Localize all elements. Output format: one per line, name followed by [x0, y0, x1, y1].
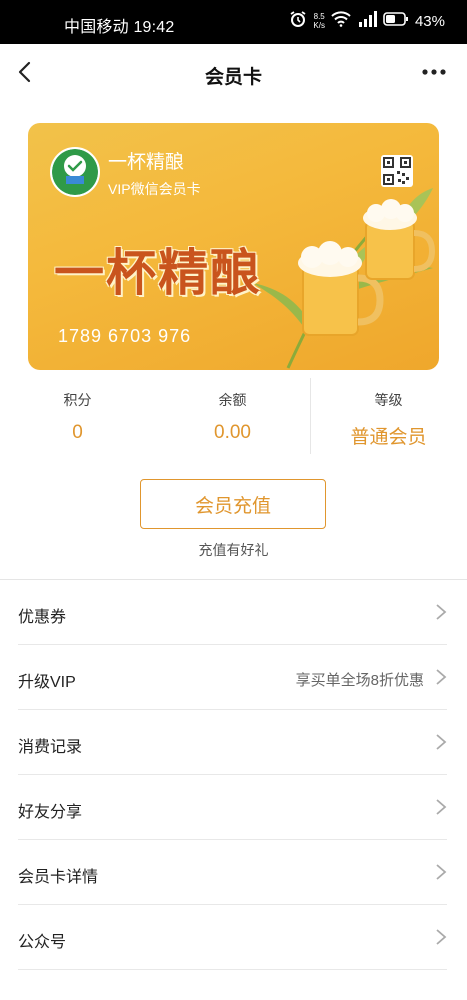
stat-value: 普通会员 [350, 427, 427, 448]
menu-item-card-details[interactable]: 会员卡详情 [0, 840, 467, 905]
chevron-right-icon [436, 669, 447, 685]
menu-item-label: 会员卡详情 [18, 869, 99, 886]
divider [18, 969, 447, 970]
carrier-time: 中国移动 19:42 [64, 19, 175, 36]
menu-item-label: 升级VIP [18, 674, 76, 691]
menu-item-extra: 享买单全场8折优惠 [295, 672, 424, 689]
menu-item-label: 优惠券 [18, 609, 67, 626]
card-subtitle: VIP微信会员卡 [108, 181, 201, 197]
card-number: 1789 6703 976 [58, 326, 192, 346]
menu-item-consumption-records[interactable]: 消费记录 [0, 710, 467, 775]
menu-item-label: 公众号 [18, 934, 67, 951]
chevron-right-icon [436, 799, 447, 815]
page-title: 会员卡 [204, 67, 262, 88]
stat-balance[interactable]: 余额 0.00 [155, 378, 310, 444]
menu-item-label: 消费记录 [18, 739, 83, 756]
alarm-icon [289, 10, 307, 32]
chevron-right-icon [436, 864, 447, 880]
stat-level[interactable]: 等级 普通会员 [311, 378, 466, 449]
qr-code-icon[interactable] [381, 155, 413, 187]
recharge-button[interactable]: 会员充值 [140, 479, 326, 529]
recharge-hint: 充值有好礼 [198, 542, 269, 558]
stat-label: 等级 [374, 392, 403, 408]
menu-list: 优惠券 升级VIP 享买单全场8折优惠 消费记录 好友分享 会员卡详情 公众号 [0, 580, 467, 970]
stat-value: 0 [72, 422, 83, 443]
more-icon[interactable] [419, 58, 449, 86]
beer-illustration [253, 188, 436, 369]
stat-points[interactable]: 积分 0 [0, 378, 155, 444]
chevron-right-icon [436, 734, 447, 750]
network-speed: 8.5 K/s [313, 12, 325, 30]
signal-icon [357, 11, 377, 31]
stat-label: 积分 [63, 392, 92, 408]
menu-item-upgrade-vip[interactable]: 升级VIP 享买单全场8折优惠 [0, 645, 467, 710]
speed-value: 8.5 [313, 12, 325, 21]
card-big-title: 一杯精酿 [54, 245, 262, 301]
chevron-right-icon [436, 929, 447, 945]
brand-logo [50, 147, 100, 197]
status-bar: 中国移动 19:42 8.5 K/s 43% [0, 0, 467, 44]
membership-card[interactable]: 一杯精酿 VIP微信会员卡 一杯精酿 1789 6703 976 [28, 123, 439, 370]
menu-item-label: 好友分享 [18, 804, 83, 821]
wifi-icon [331, 11, 351, 31]
speed-unit: K/s [313, 21, 325, 30]
stat-value: 0.00 [214, 422, 251, 443]
menu-item-official-account[interactable]: 公众号 [0, 905, 467, 970]
nav-bar: 会员卡 [0, 44, 467, 102]
battery-icon [383, 12, 409, 30]
menu-item-share-friends[interactable]: 好友分享 [0, 775, 467, 840]
battery-percent: 43% [414, 12, 445, 30]
chevron-right-icon [436, 604, 447, 620]
stat-label: 余额 [218, 392, 247, 408]
menu-item-coupons[interactable]: 优惠券 [0, 580, 467, 645]
stats-row: 积分 0 余额 0.00 等级 普通会员 [0, 378, 467, 458]
brand-name: 一杯精酿 [108, 152, 185, 173]
status-icons: 8.5 K/s 43% [289, 10, 445, 32]
